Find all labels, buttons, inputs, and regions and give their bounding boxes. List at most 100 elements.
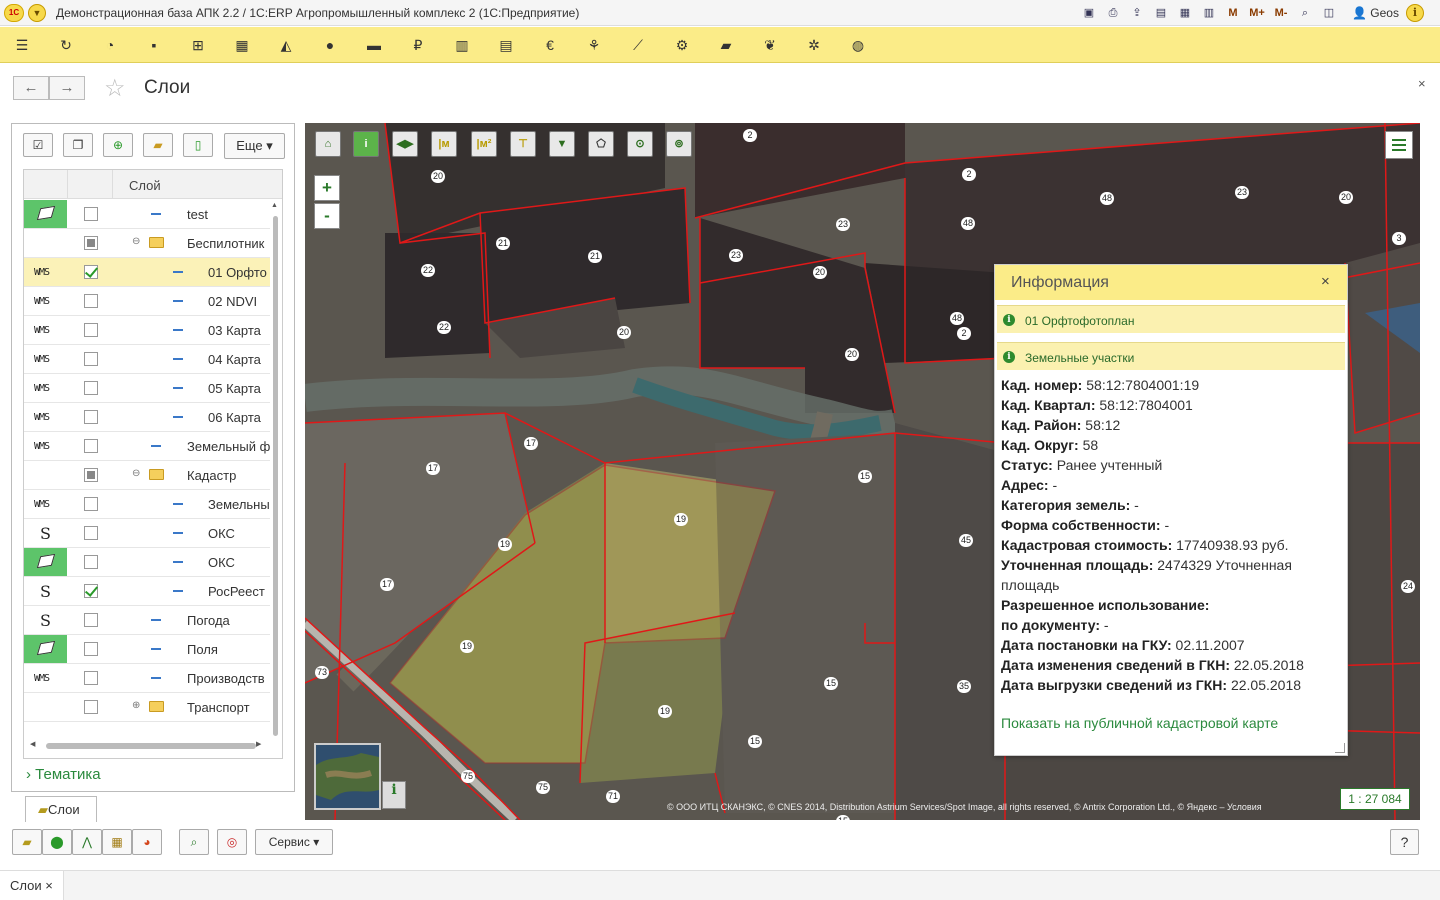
zoom-out-button[interactable]: - — [314, 203, 340, 229]
parcel-number-label[interactable]: 2 — [743, 129, 757, 142]
zoom-in-button[interactable]: + — [314, 175, 340, 201]
parcel-number-label[interactable]: 48 — [950, 312, 965, 325]
parcel-number-label[interactable]: 23 — [729, 249, 744, 262]
search-icon[interactable]: ⌕ — [1296, 4, 1314, 22]
parcel-number-label[interactable]: 22 — [437, 321, 452, 334]
harvest-icon[interactable]: ❦ — [760, 35, 780, 55]
map-marker-icon[interactable]: ⬤ — [42, 829, 72, 855]
export-icon[interactable]: ⇪ — [1128, 4, 1146, 22]
tree-row[interactable]: WMS 02 NDVI — [24, 287, 270, 316]
person-icon[interactable]: ● — [320, 35, 340, 55]
layer-visibility-checkbox[interactable] — [84, 265, 98, 279]
bag-icon[interactable]: ▪ — [144, 35, 164, 55]
layer-visibility-checkbox[interactable] — [84, 700, 98, 714]
tractor-icon[interactable]: ⚙ — [672, 35, 692, 55]
parcel-number-label[interactable]: 73 — [315, 666, 330, 679]
route-icon[interactable]: ⋀ — [72, 829, 102, 855]
history-icon[interactable]: ↻ — [56, 35, 76, 55]
tree-row[interactable]: test — [24, 200, 270, 229]
target-icon[interactable]: ◎ — [217, 829, 247, 855]
layer-visibility-checkbox[interactable] — [84, 352, 98, 366]
parcel-number-label[interactable]: 15 — [858, 470, 873, 483]
ruble-icon[interactable]: ₽ — [408, 35, 428, 55]
tree-row[interactable]: ⊖ Кадастр — [24, 461, 270, 490]
print-icon[interactable]: ⎙ — [1104, 4, 1122, 22]
layer-visibility-checkbox[interactable] — [84, 468, 98, 482]
add-document-button[interactable]: ▯ — [183, 133, 213, 157]
layer-visibility-checkbox[interactable] — [84, 439, 98, 453]
public-cadastral-map-link[interactable]: Показать на публичной кадастровой карте — [1001, 715, 1278, 731]
gear-icon[interactable]: ✲ — [804, 35, 824, 55]
layer-visibility-checkbox[interactable] — [84, 294, 98, 308]
parcel-number-label[interactable]: 20 — [1339, 191, 1354, 204]
parcel-number-label[interactable]: 35 — [957, 680, 972, 693]
card-icon[interactable]: ▬ — [364, 35, 384, 55]
cart-icon[interactable]: ⊞ — [188, 35, 208, 55]
home-icon[interactable]: ⌂ — [315, 131, 341, 157]
parcel-number-label[interactable]: 17 — [380, 578, 395, 591]
info-popup-close-button[interactable]: × — [1321, 273, 1330, 290]
select-polygon-icon[interactable]: ⬠ — [588, 131, 614, 157]
help-button[interactable]: ? — [1390, 829, 1419, 855]
parcel-number-label[interactable]: 71 — [606, 790, 621, 803]
factory-icon[interactable]: ◭ — [276, 35, 296, 55]
parcel-number-label[interactable]: 20 — [617, 326, 632, 339]
layer-visibility-checkbox[interactable] — [84, 207, 98, 221]
parcel-number-label[interactable]: 2 — [957, 327, 971, 340]
about-info-icon[interactable]: i — [1406, 4, 1424, 22]
measure-area-icon[interactable]: |м² — [471, 131, 497, 157]
parcel-number-label[interactable]: 2 — [962, 168, 976, 181]
parcel-number-label[interactable]: 20 — [813, 266, 828, 279]
overview-minimap[interactable] — [314, 743, 381, 810]
globe-icon[interactable]: ◍ — [848, 35, 868, 55]
grid-icon[interactable]: ▦ — [232, 35, 252, 55]
pie-chart-icon[interactable]: ◕ — [132, 829, 162, 855]
parcel-number-label[interactable]: 24 — [1401, 580, 1416, 593]
truck-icon[interactable]: ▰ — [716, 35, 736, 55]
field-icon[interactable]: ⟋ — [628, 35, 648, 55]
parcel-number-label[interactable]: 21 — [588, 250, 603, 263]
parcel-number-label[interactable]: 45 — [959, 534, 974, 547]
expand-icon[interactable]: ⊕ — [132, 700, 140, 711]
add-folder-button[interactable]: ▰ — [143, 133, 173, 157]
parcel-number-label[interactable]: 19 — [498, 538, 513, 551]
parcel-number-label[interactable]: 15 — [836, 815, 851, 820]
parcel-number-label[interactable]: 20 — [845, 348, 860, 361]
calendar-icon[interactable]: ▥ — [1200, 4, 1218, 22]
legend-list-icon[interactable] — [1385, 131, 1413, 159]
forward-button[interactable]: → — [49, 76, 85, 100]
memory-m-minus-button[interactable]: M- — [1272, 4, 1290, 22]
layer-visibility-checkbox[interactable] — [84, 555, 98, 569]
info-section-land-plots[interactable]: i Земельные участки — [997, 342, 1345, 370]
check-all-button[interactable]: ☑ — [23, 133, 53, 157]
layer-visibility-checkbox[interactable] — [84, 381, 98, 395]
layer-visibility-checkbox[interactable] — [84, 497, 98, 511]
measure-icon[interactable]: ⊤ — [510, 131, 536, 157]
tree-vertical-scrollbar[interactable]: ▲ — [271, 202, 279, 736]
reports-icon[interactable]: ◔ — [100, 35, 120, 55]
parcel-number-label[interactable]: 75 — [461, 770, 476, 783]
tree-row[interactable]: WMS 04 Карта — [24, 345, 270, 374]
menu-icon[interactable]: ☰ — [12, 35, 32, 55]
tree-row[interactable]: WMS Земельный ф — [24, 432, 270, 461]
map-info-button[interactable]: i — [382, 781, 406, 809]
layer-visibility-checkbox[interactable] — [84, 671, 98, 685]
layer-visibility-checkbox[interactable] — [84, 526, 98, 540]
collapse-icon[interactable]: ⊖ — [132, 236, 140, 247]
print-preview-icon[interactable]: ▤ — [1152, 4, 1170, 22]
parcel-number-label[interactable]: 75 — [536, 781, 551, 794]
calculator-icon[interactable]: ▤ — [496, 35, 516, 55]
parcel-number-label[interactable]: 19 — [658, 705, 673, 718]
tree-row[interactable]: ⊕ Транспорт — [24, 693, 270, 722]
vehicle-icon[interactable]: ▦ — [102, 829, 132, 855]
search-icon[interactable]: ⌕ — [179, 829, 209, 855]
measure-length-icon[interactable]: |м — [431, 131, 457, 157]
parcel-number-label[interactable]: 21 — [496, 237, 511, 250]
window-tab-layers[interactable]: Слои × — [0, 871, 64, 900]
plant-icon[interactable]: ⚘ — [584, 35, 604, 55]
scroll-up-icon[interactable]: ▲ — [271, 202, 278, 209]
scroll-right-icon[interactable]: ▶ — [256, 740, 261, 748]
window-tab-close-icon[interactable]: × — [45, 878, 53, 893]
main-menu-button[interactable]: ▼ — [28, 4, 46, 22]
euro-icon[interactable]: € — [540, 35, 560, 55]
